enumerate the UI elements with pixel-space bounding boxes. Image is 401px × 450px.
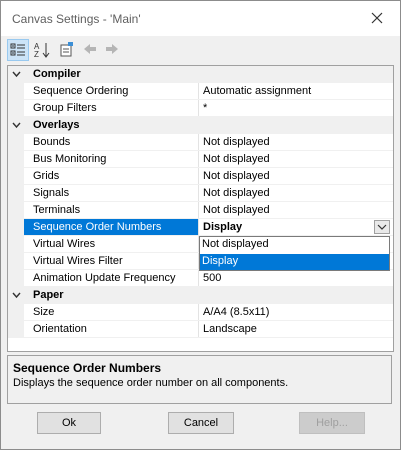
ok-button[interactable]: Ok	[37, 412, 101, 434]
property-row-group-filters[interactable]: Group Filters *	[8, 100, 393, 117]
property-row-signals[interactable]: Signals Not displayed	[8, 185, 393, 202]
property-name: Animation Update Frequency	[33, 272, 176, 284]
property-name: Terminals	[33, 204, 81, 216]
property-value[interactable]: Not displayed	[203, 187, 270, 199]
property-value[interactable]: *	[203, 102, 207, 114]
property-name: Orientation	[33, 323, 87, 335]
forward-button[interactable]	[102, 39, 124, 61]
property-value[interactable]: Automatic assignment	[203, 85, 311, 97]
arrow-forward-icon	[106, 44, 118, 54]
dropdown-option-display[interactable]: Display	[200, 254, 389, 270]
back-button[interactable]	[80, 39, 102, 61]
option-label: Not displayed	[202, 238, 269, 250]
category-compiler[interactable]: Compiler	[8, 66, 393, 83]
category-label: Paper	[33, 289, 64, 301]
property-name: Bounds	[33, 136, 71, 148]
arrow-back-icon	[84, 44, 96, 54]
property-name: Sequence Ordering	[33, 85, 129, 97]
property-value[interactable]: Not displayed	[203, 204, 270, 216]
option-label: Display	[202, 255, 239, 267]
property-pages-button[interactable]	[56, 39, 78, 61]
property-name: Grids	[33, 170, 60, 182]
help-button[interactable]: Help...	[299, 412, 365, 434]
chevron-down-icon[interactable]	[12, 291, 21, 300]
property-row-size[interactable]: Size A/A4 (8.5x11)	[8, 304, 393, 321]
property-row-sequence-order-numbers[interactable]: Sequence Order Numbers Display	[8, 219, 393, 236]
toolbar: A Z	[1, 36, 400, 64]
property-name: Group Filters	[33, 102, 97, 114]
property-value[interactable]: A/A4 (8.5x11)	[203, 306, 269, 318]
cancel-button[interactable]: Cancel	[168, 412, 234, 434]
property-value[interactable]: 500	[203, 272, 221, 284]
title-bar: Canvas Settings - 'Main'	[1, 1, 400, 36]
close-icon[interactable]	[369, 10, 385, 26]
alphabetical-view-button[interactable]: A Z	[32, 39, 54, 61]
property-row-bounds[interactable]: Bounds Not displayed	[8, 134, 393, 151]
categorized-view-icon	[10, 43, 25, 56]
chevron-down-icon[interactable]	[12, 121, 21, 130]
property-name: Virtual Wires Filter	[33, 255, 123, 267]
dropdown-button[interactable]	[374, 220, 390, 234]
property-pages-icon	[60, 42, 73, 57]
chevron-down-icon[interactable]	[12, 70, 21, 79]
property-value[interactable]: Display	[203, 221, 242, 233]
property-row-animation-update-frequency[interactable]: Animation Update Frequency 500	[8, 270, 393, 287]
svg-text:Z: Z	[34, 50, 39, 59]
property-name: Signals	[33, 187, 70, 199]
window-title: Canvas Settings - 'Main'	[12, 12, 141, 26]
category-overlays[interactable]: Overlays	[8, 117, 393, 134]
property-value[interactable]: Landscape	[203, 323, 257, 335]
property-row-grids[interactable]: Grids Not displayed	[8, 168, 393, 185]
property-grid: Compiler Sequence Ordering Automatic ass…	[7, 65, 394, 352]
property-row-terminals[interactable]: Terminals Not displayed	[8, 202, 393, 219]
dropdown-list: Not displayed Display	[199, 236, 390, 271]
chevron-down-icon	[377, 224, 387, 230]
property-row-bus-monitoring[interactable]: Bus Monitoring Not displayed	[8, 151, 393, 168]
category-label: Compiler	[33, 68, 81, 80]
property-name: Sequence Order Numbers	[33, 221, 162, 233]
sort-az-icon: A Z	[34, 42, 50, 59]
property-value[interactable]: Not displayed	[203, 170, 270, 182]
property-row-orientation[interactable]: Orientation Landscape	[8, 321, 393, 338]
categorized-view-button[interactable]	[7, 39, 29, 61]
help-pane: Sequence Order Numbers Displays the sequ…	[7, 355, 392, 404]
dialog-window: Canvas Settings - 'Main' A Z Compiler Se…	[0, 0, 401, 450]
property-value[interactable]: Not displayed	[203, 153, 270, 165]
category-label: Overlays	[33, 119, 80, 131]
help-description: Displays the sequence order number on al…	[13, 377, 289, 389]
property-row-sequence-ordering[interactable]: Sequence Ordering Automatic assignment	[8, 83, 393, 100]
category-paper[interactable]: Paper	[8, 287, 393, 304]
help-title: Sequence Order Numbers	[13, 361, 162, 375]
property-value[interactable]: Not displayed	[203, 136, 270, 148]
property-name: Size	[33, 306, 55, 318]
dropdown-option-not-displayed[interactable]: Not displayed	[200, 237, 389, 253]
property-name: Virtual Wires	[33, 238, 96, 250]
property-name: Bus Monitoring	[33, 153, 107, 165]
